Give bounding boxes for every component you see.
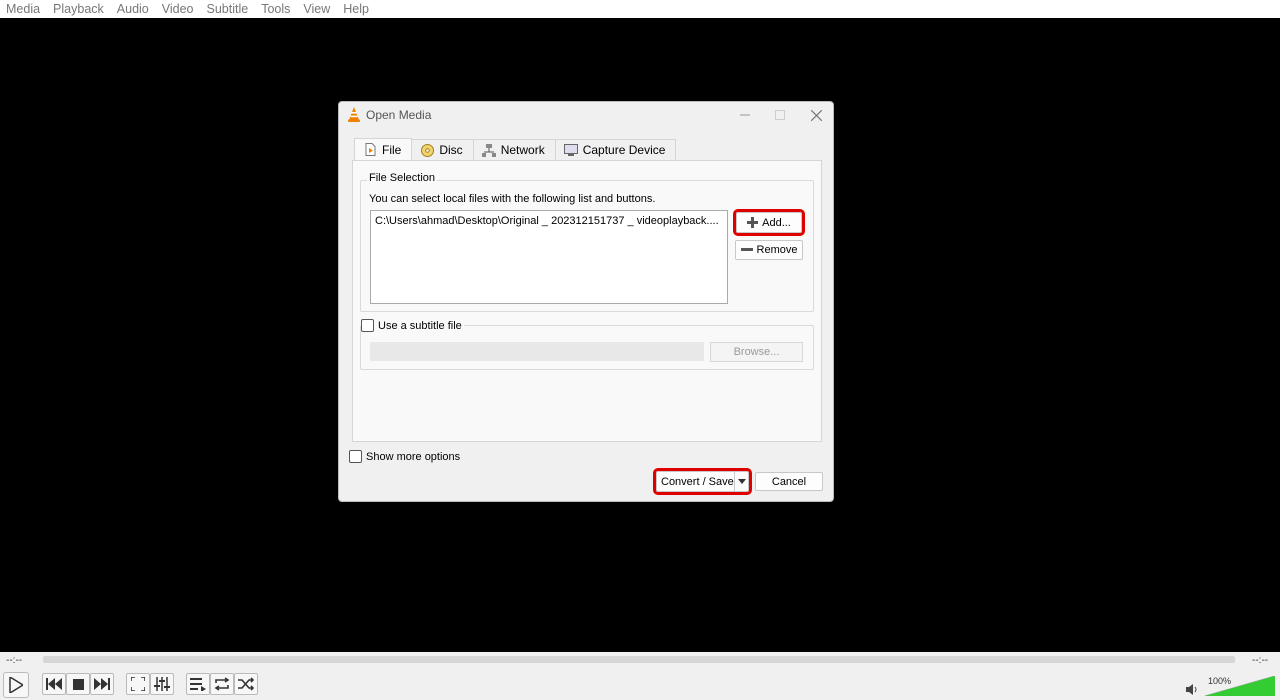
stop-icon [72, 678, 84, 690]
tab-capture-device[interactable]: Capture Device [554, 139, 677, 160]
file-selection-legend: File Selection [367, 172, 438, 184]
disc-icon [420, 143, 434, 157]
convert-dropdown-arrow[interactable] [734, 472, 748, 491]
player-controls: --:-- --:-- 100% [0, 652, 1280, 700]
plus-icon [747, 217, 759, 228]
show-more-checkbox[interactable] [349, 450, 362, 463]
file-icon [363, 143, 377, 157]
show-more-label: Show more options [366, 450, 461, 463]
shuffle-button[interactable] [234, 673, 258, 695]
loop-button[interactable] [210, 673, 234, 695]
speaker-icon[interactable] [1186, 684, 1198, 698]
tab-disc-label: Disc [439, 143, 463, 157]
loop-icon [214, 677, 230, 691]
close-icon [810, 109, 822, 121]
tab-capture-device-label: Capture Device [582, 143, 666, 157]
subtitle-path-input [370, 342, 704, 361]
minimize-button[interactable] [735, 105, 755, 125]
shuffle-icon [238, 677, 254, 691]
remove-button-label: Remove [756, 244, 798, 256]
maximize-icon [775, 110, 785, 120]
play-icon [9, 677, 23, 693]
fullscreen-icon [131, 677, 145, 691]
subtitle-group: Use a subtitle file Browse... [360, 319, 814, 370]
extended-settings-button[interactable] [150, 673, 174, 695]
file-list-item[interactable]: C:\Users\ahmad\Desktop\Original _ 202312… [375, 215, 719, 227]
tab-bar: File Disc Network Capture Device [354, 138, 677, 161]
convert-save-button[interactable]: Convert / Save [653, 468, 752, 495]
dialog-titlebar[interactable]: Open Media [339, 102, 833, 128]
volume-slider[interactable] [1204, 675, 1276, 699]
fullscreen-button[interactable] [126, 673, 150, 695]
convert-save-label: Convert / Save [661, 475, 734, 488]
playlist-button[interactable] [186, 673, 210, 695]
menu-media[interactable]: Media [0, 0, 47, 18]
tab-file-label: File [382, 142, 402, 157]
dialog-title: Open Media [366, 108, 432, 122]
file-selection-description: You can select local files with the foll… [369, 193, 656, 205]
next-icon [94, 678, 110, 690]
show-more-options[interactable]: Show more options [349, 450, 460, 463]
menu-video[interactable]: Video [156, 0, 201, 18]
file-selection-group: File Selection You can select local file… [360, 172, 814, 312]
menu-view[interactable]: View [297, 0, 337, 18]
add-button[interactable]: Add... [733, 209, 805, 236]
chevron-down-icon [737, 479, 746, 484]
menu-bar: Media Playback Audio Video Subtitle Tool… [0, 0, 1280, 18]
menu-subtitle[interactable]: Subtitle [201, 0, 256, 18]
vlc-cone-icon [347, 107, 361, 125]
tab-network[interactable]: Network [472, 139, 556, 160]
capture-device-icon [563, 143, 578, 157]
open-media-dialog: Open Media File Disc Network Capture Dev… [338, 101, 834, 502]
remove-button[interactable]: Remove [735, 240, 803, 260]
subtitle-checkbox-label: Use a subtitle file [378, 319, 462, 332]
menu-tools[interactable]: Tools [255, 0, 297, 18]
browse-button: Browse... [710, 342, 803, 362]
equalizer-icon [154, 677, 170, 691]
file-tab-panel: File Selection You can select local file… [352, 160, 822, 442]
add-button-label: Add... [762, 216, 791, 229]
menu-audio[interactable]: Audio [111, 0, 156, 18]
playlist-icon [190, 677, 206, 691]
cancel-button[interactable]: Cancel [755, 472, 823, 491]
minus-icon [740, 248, 753, 251]
file-list[interactable]: C:\Users\ahmad\Desktop\Original _ 202312… [370, 210, 728, 304]
tab-disc[interactable]: Disc [411, 139, 474, 160]
menu-help[interactable]: Help [337, 0, 376, 18]
volume-fill [1205, 676, 1275, 696]
seek-bar[interactable] [43, 656, 1235, 663]
subtitle-checkbox[interactable] [361, 319, 374, 332]
close-button[interactable] [806, 105, 826, 125]
time-elapsed: --:-- [6, 655, 23, 666]
previous-button[interactable] [42, 673, 66, 695]
maximize-button[interactable] [770, 105, 790, 125]
menu-playback[interactable]: Playback [47, 0, 111, 18]
network-icon [481, 143, 496, 157]
play-button[interactable] [3, 672, 29, 698]
tab-network-label: Network [500, 143, 545, 157]
stop-button[interactable] [66, 673, 90, 695]
subtitle-checkbox-row[interactable]: Use a subtitle file [361, 319, 464, 332]
time-total: --:-- [1252, 655, 1269, 666]
previous-icon [46, 678, 62, 690]
next-button[interactable] [90, 673, 114, 695]
tab-file[interactable]: File [354, 138, 413, 160]
minimize-icon [740, 114, 750, 116]
